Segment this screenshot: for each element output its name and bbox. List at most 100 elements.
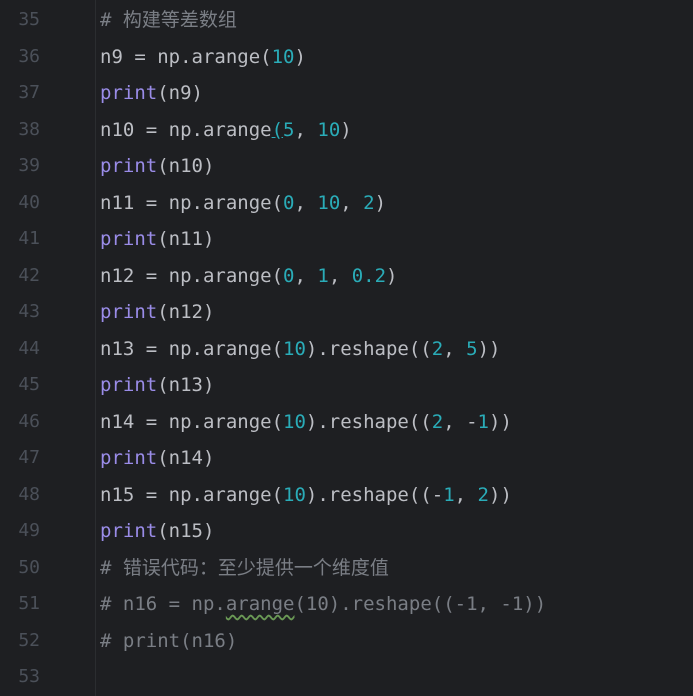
code-token: , (294, 264, 318, 287)
code-line[interactable]: 43 print(n12) (0, 294, 693, 331)
code-text[interactable]: # n16 = np.arange(10).reshape((-1, -1)) (100, 586, 546, 623)
line-number: 53 (18, 666, 40, 687)
code-token: 10 (317, 191, 341, 214)
code-line[interactable]: 48 n15 = np.arange(10).reshape((-1, 2)) (0, 477, 693, 514)
code-token: , (294, 118, 318, 141)
code-line[interactable]: 45 print(n13) (0, 367, 693, 404)
code-token: , (454, 483, 478, 506)
code-token: 5 (283, 118, 295, 141)
code-text[interactable]: n14 = np.arange(10).reshape((2, -1)) (100, 404, 512, 441)
code-text[interactable]: n11 = np.arange(0, 10, 2) (100, 185, 386, 222)
code-token: 0 (283, 264, 295, 287)
code-token: n14 = np.arange( (100, 410, 284, 433)
code-token: ( (271, 118, 284, 141)
line-number: 37 (18, 82, 40, 103)
code-token: (n11) (157, 228, 215, 250)
line-number: 51 (18, 593, 40, 614)
line-number: 35 (18, 9, 40, 30)
code-token: ) (374, 191, 387, 214)
code-line[interactable]: 35 # 构建等差数组 (0, 2, 693, 39)
code-token: print (100, 520, 158, 542)
code-text[interactable]: # 错误代码：至少提供一个维度值 (100, 550, 389, 587)
code-line[interactable]: 36 n9 = np.arange(10) (0, 39, 693, 76)
code-token: 1 (443, 483, 455, 506)
code-text[interactable]: print(n13) (100, 367, 214, 404)
line-number: 41 (18, 228, 40, 249)
code-line[interactable]: 50 # 错误代码：至少提供一个维度值 (0, 550, 693, 587)
code-text[interactable]: # print(n16) (100, 623, 237, 660)
code-text[interactable]: print(n15) (100, 513, 214, 550)
code-line[interactable]: 47 print(n14) (0, 440, 693, 477)
code-text[interactable]: n10 = np.arange(5, 10) (100, 112, 352, 149)
code-line[interactable]: 39 print(n10) (0, 148, 693, 185)
code-line[interactable]: 52 # print(n16) (0, 623, 693, 660)
code-token: , (340, 191, 364, 214)
code-token: (n15) (157, 520, 215, 542)
code-line[interactable]: 37 print(n9) (0, 75, 693, 112)
code-token: n10 = np.arange (100, 118, 272, 141)
code-text[interactable]: print(n10) (100, 148, 214, 185)
line-number: 47 (18, 447, 40, 468)
code-text[interactable]: print(n14) (100, 440, 214, 477)
code-text[interactable]: n9 = np.arange(10) (100, 39, 306, 76)
line-number: 42 (18, 264, 40, 286)
code-token: n12 = np.arange( (100, 264, 284, 287)
line-number: 52 (18, 629, 40, 651)
code-line[interactable]: 46 n14 = np.arange(10).reshape((2, -1)) (0, 404, 693, 441)
code-token: 10 (283, 483, 306, 506)
code-editor[interactable]: 35 # 构建等差数组 36 n9 = np.arange(10) 37 print(n9… (0, 0, 693, 696)
code-token: print (100, 374, 158, 396)
code-token: 0.2 (351, 264, 387, 287)
code-token: 错误代码：至少提供一个维度值 (122, 556, 389, 579)
code-token: (n9) (157, 82, 203, 104)
code-token: (10).reshape((-1, -1)) (294, 593, 547, 615)
code-text[interactable]: n12 = np.arange(0, 1, 0.2) (100, 258, 398, 295)
code-token: , - (443, 410, 478, 433)
code-token: (n14) (157, 447, 215, 469)
code-token: (n12) (157, 301, 215, 323)
code-token: print (100, 155, 158, 177)
code-token: print (100, 447, 158, 469)
code-text[interactable]: n15 = np.arange(10).reshape((-1, 2)) (100, 477, 512, 514)
code-token: (n13) (157, 374, 215, 396)
code-text[interactable]: n13 = np.arange(10).reshape((2, 5)) (100, 331, 500, 368)
code-text[interactable]: print(n11) (100, 221, 214, 258)
code-token: # (100, 556, 123, 579)
line-number: 50 (18, 556, 40, 578)
code-token: )) (477, 337, 501, 360)
code-token: 10 (283, 337, 306, 360)
code-token: )) (489, 410, 512, 433)
code-token: 10 (283, 410, 306, 433)
line-number: 38 (18, 118, 40, 140)
code-token: print (100, 301, 158, 323)
code-line[interactable]: 53 (0, 659, 693, 696)
code-token: arange (225, 593, 295, 615)
line-number: 49 (18, 520, 40, 541)
code-line[interactable]: 49 print(n15) (0, 513, 693, 550)
code-token: n13 = np.arange( (100, 337, 284, 360)
line-number: 48 (18, 483, 40, 505)
code-line[interactable]: 41 print(n11) (0, 221, 693, 258)
line-number: 45 (18, 374, 40, 395)
code-token: 10 (271, 45, 295, 68)
code-token: 2 (477, 483, 489, 506)
code-line[interactable]: 51 # n16 = np.arange(10).reshape((-1, -1)… (0, 586, 693, 623)
code-token: n11 = np.arange( (100, 191, 284, 214)
code-text[interactable]: # 构建等差数组 (100, 2, 237, 39)
code-token: print (100, 228, 158, 250)
code-line[interactable]: 42 n12 = np.arange(0, 1, 0.2) (0, 258, 693, 295)
line-number: 36 (18, 45, 40, 67)
code-line[interactable]: 38 n10 = np.arange(5, 10) (0, 112, 693, 149)
line-number: 39 (18, 155, 40, 176)
code-line[interactable]: 40 n11 = np.arange(0, 10, 2) (0, 185, 693, 222)
code-token: # (100, 9, 123, 31)
code-token: , (328, 264, 352, 287)
code-token: n9 = np.arange( (100, 45, 272, 68)
line-number: 40 (18, 191, 40, 213)
code-token: ) (386, 264, 398, 287)
code-text[interactable]: print(n12) (100, 294, 214, 331)
code-token: 1 (317, 264, 329, 287)
code-token: , (294, 191, 318, 214)
code-text[interactable]: print(n9) (100, 75, 203, 112)
code-line[interactable]: 44 n13 = np.arange(10).reshape((2, 5)) (0, 331, 693, 368)
